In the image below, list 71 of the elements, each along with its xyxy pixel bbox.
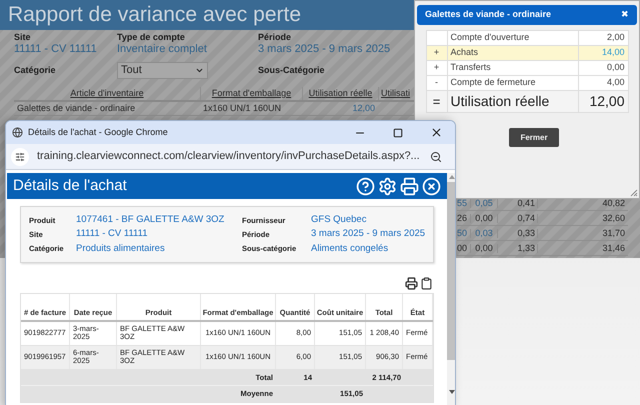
table-cell-text: 50 xyxy=(457,228,468,238)
table-cell: Compte d'ouverture xyxy=(446,31,578,45)
close-icon[interactable] xyxy=(430,126,443,139)
column-header[interactable]: Format d'emballage xyxy=(200,87,302,100)
scroll-thumb[interactable] xyxy=(447,182,455,360)
table-cell: 4,00 xyxy=(578,76,628,90)
dialog-title: Galettes de viande - ordinaire xyxy=(425,8,552,22)
table-cell-text: 00 xyxy=(457,244,468,252)
printer-icon[interactable] xyxy=(405,276,418,290)
report-title: Rapport de variance avec perte xyxy=(8,2,302,28)
table-cell-text: 26 xyxy=(457,214,468,222)
sign-cell-text: + xyxy=(432,46,440,60)
table-cell: Achats xyxy=(446,46,578,60)
table-cell: 2,00 xyxy=(578,31,628,45)
table-cell: Compte de fermeture xyxy=(446,76,578,90)
category-select[interactable]: Tout xyxy=(117,62,208,79)
table-cell-text: 1x160 UN/1 160UN xyxy=(202,104,282,113)
table-cell: 0,00 xyxy=(470,244,497,252)
column-header[interactable]: Article d'inventaire xyxy=(14,87,200,100)
resize-grip-icon xyxy=(630,189,638,197)
scroll-down-icon[interactable] xyxy=(448,390,455,394)
table-cell: 0,33 xyxy=(497,228,537,238)
field-label: Type de compte xyxy=(117,33,186,42)
printer-icon[interactable] xyxy=(400,176,420,196)
zoom-out-icon[interactable] xyxy=(430,150,442,162)
field-value: 11111 - CV 11111 xyxy=(14,44,98,55)
table-cell: 31,46 xyxy=(537,244,628,252)
chevron-down-icon xyxy=(195,66,204,75)
table-cell: 0,03 xyxy=(470,228,497,238)
info-value: 1077461 - BF GALETTE A&W 3OZ xyxy=(76,213,226,227)
page-title: Détails de l'achat xyxy=(13,176,127,196)
info-value: 3 mars 2025 - 9 mars 2025 xyxy=(311,227,426,242)
field-label: Sous-Catégorie xyxy=(258,64,325,77)
table-cell: 0,74 xyxy=(497,214,537,222)
table-cell-text: Galettes de viande - ordinaire xyxy=(16,104,136,113)
sign-cell-text: - xyxy=(434,76,439,90)
sign-cell-text: + xyxy=(432,61,440,74)
table-cell: 14,00 xyxy=(578,46,628,60)
field-value: 3 mars 2025 - 9 mars 2025 xyxy=(258,44,392,55)
column-header[interactable]: Utilisation réelle xyxy=(302,87,378,100)
table-cell: 0,00 xyxy=(470,214,497,222)
table-cell-text: 55 xyxy=(457,198,468,208)
info-value: Aliments congelés xyxy=(311,242,390,256)
field-label: Site xyxy=(14,33,32,42)
table-cell: 31,70 xyxy=(537,228,628,238)
total-label: Utilisation réelle xyxy=(446,91,578,112)
info-value: GFS Quebec xyxy=(311,213,368,227)
field-label: Période xyxy=(258,33,292,42)
table-cell: 1,33 xyxy=(497,244,537,252)
site-settings-icon[interactable] xyxy=(11,148,29,166)
field-label: Catégorie xyxy=(14,64,57,77)
window-title: Détails de l'achat - Google Chrome xyxy=(28,126,169,139)
close-dialog-button[interactable]: Fermer xyxy=(509,128,559,147)
total-value: 12,00 xyxy=(578,91,628,112)
globe-icon xyxy=(12,127,23,138)
table-cell-text: 12,00 xyxy=(351,104,376,113)
table-cell: 32,60 xyxy=(537,214,628,222)
info-value: Produits alimentaires xyxy=(76,242,166,256)
sign-cell-text: = xyxy=(432,92,442,111)
clipboard-icon[interactable] xyxy=(420,276,434,290)
close-button[interactable]: ✖ xyxy=(621,8,629,22)
table-cell: Transferts xyxy=(446,61,578,75)
maximize-icon[interactable] xyxy=(393,128,403,138)
info-value: 11111 - CV 11111 xyxy=(76,227,148,242)
table-cell: 0,00 xyxy=(578,61,628,75)
help-icon[interactable] xyxy=(356,176,376,196)
url-text[interactable]: training.clearviewconnect.com/clearview/inventory/invPurchaseDetails.aspx?... xyxy=(37,148,422,165)
field-value: Inventaire complet xyxy=(117,44,208,55)
close-icon[interactable] xyxy=(422,176,442,196)
settings-icon[interactable] xyxy=(378,176,398,196)
scrollbar[interactable] xyxy=(447,173,455,405)
